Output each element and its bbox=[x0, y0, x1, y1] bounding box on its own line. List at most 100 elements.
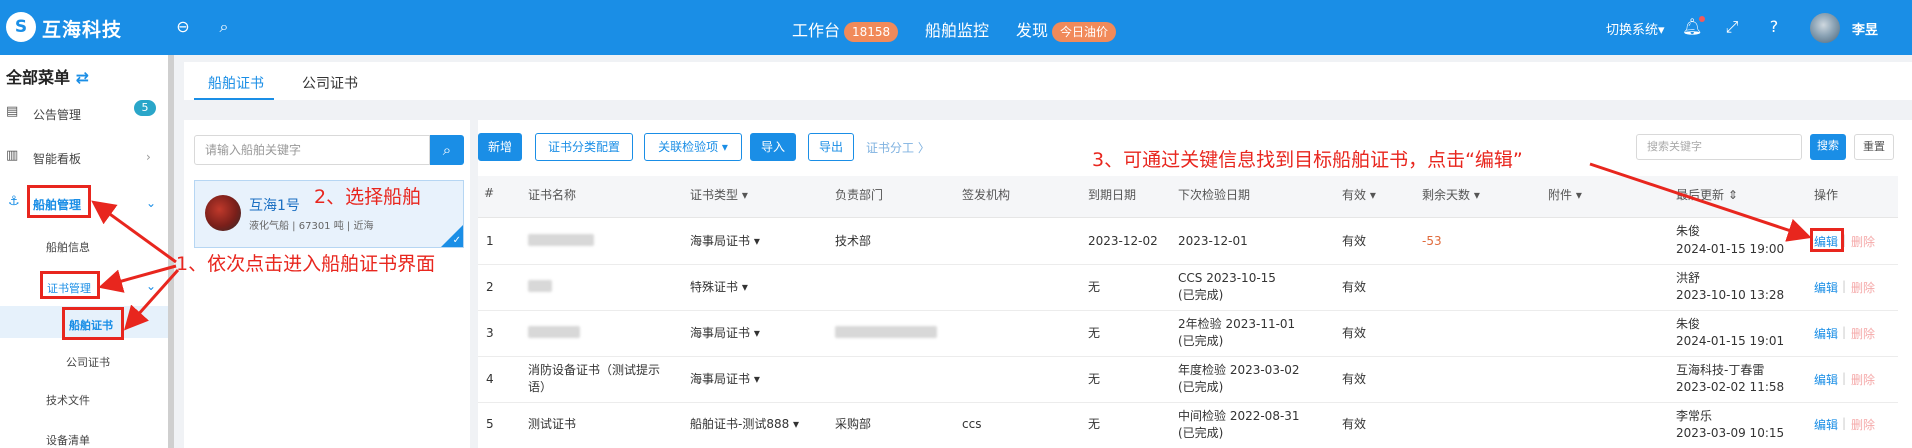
export-button[interactable]: 导出 bbox=[808, 133, 854, 161]
col-next-inspection: 下次检验日期 bbox=[1178, 188, 1251, 202]
row3-next: 2年检验 2023-11-01 bbox=[1178, 317, 1296, 331]
dashboard-chart-icon: ▥ bbox=[6, 148, 19, 163]
col-valid[interactable]: 有效 ▾ bbox=[1342, 186, 1376, 203]
row5-next: 中间检验 2022-08-31 bbox=[1178, 409, 1300, 423]
search-icon[interactable]: ⌕ bbox=[214, 17, 234, 37]
nav-workbench-label: 工作台 bbox=[792, 21, 841, 40]
sidebar-item-notice[interactable]: 公告管理 bbox=[33, 106, 81, 123]
row4-edit-link[interactable]: 编辑 bbox=[1814, 371, 1838, 388]
help-icon[interactable]: ? bbox=[1764, 17, 1784, 37]
row1-delete-link[interactable]: 删除 bbox=[1851, 233, 1875, 250]
annotation-step1: 1、依次点击进入船舶证书界面 bbox=[176, 253, 436, 275]
brand-logo-icon: S bbox=[6, 12, 36, 42]
row1-days: -53 bbox=[1422, 234, 1442, 248]
row4-type[interactable]: 海事局证书 ▾ bbox=[690, 371, 760, 387]
row4-index: 4 bbox=[486, 372, 494, 386]
import-button[interactable]: 导入 bbox=[750, 133, 796, 161]
row4-name-cont: 语） bbox=[528, 380, 553, 394]
collapse-menu-icon[interactable]: ⊖ bbox=[173, 17, 193, 37]
row2-delete-link[interactable]: 删除 bbox=[1851, 279, 1875, 296]
brand-name: 互海科技 bbox=[42, 19, 123, 41]
row2-edit-link[interactable]: 编辑 bbox=[1814, 279, 1838, 296]
col-attachment[interactable]: 附件 ▾ bbox=[1548, 186, 1582, 203]
row5-next-status: (已完成) bbox=[1178, 426, 1224, 440]
ship-details: 液化气船 | 67301 吨 | 近海 bbox=[249, 221, 374, 232]
col-last-update[interactable]: 最后更新 ⇕ bbox=[1676, 186, 1738, 203]
chevron-down-icon: ⌄ bbox=[146, 279, 157, 293]
row4-next-status: (已完成) bbox=[1178, 380, 1224, 394]
row4-name: 消防设备证书（测试提示 bbox=[528, 363, 661, 377]
highlight-edit-link bbox=[1810, 228, 1844, 252]
switch-arrows-icon[interactable]: ⇄ bbox=[76, 68, 89, 87]
avatar[interactable] bbox=[1810, 13, 1840, 43]
row1-type[interactable]: 海事局证书 ▾ bbox=[690, 233, 760, 249]
row-divider bbox=[478, 356, 1898, 357]
row4-updated-at: 2023-02-02 11:58 bbox=[1676, 380, 1785, 394]
add-button[interactable]: 新增 bbox=[478, 133, 522, 161]
oil-price-badge[interactable]: 今日油价 bbox=[1052, 21, 1117, 42]
top-header: S 互海科技 ⊖ ⌕ 工作台 18158 船舶监控 发现 今日油价 切换系统▾ 🔔︎… bbox=[0, 0, 1912, 55]
row2-updated-by: 洪舒 bbox=[1676, 271, 1701, 285]
link-inspection-dropdown[interactable]: 关联检验项 ▾ bbox=[644, 133, 742, 161]
sidebar-item-dashboard[interactable]: 智能看板 bbox=[33, 150, 81, 167]
row1-valid: 有效 bbox=[1342, 234, 1367, 248]
row3-index: 3 bbox=[486, 326, 494, 340]
nav-ship-monitor[interactable]: 船舶监控 bbox=[925, 17, 989, 41]
row1-index: 1 bbox=[486, 234, 494, 248]
row3-dept-redacted bbox=[835, 326, 937, 338]
user-name[interactable]: 李昱 bbox=[1852, 19, 1878, 38]
search-button[interactable]: 搜索 bbox=[1810, 134, 1846, 160]
row5-edit-link[interactable]: 编辑 bbox=[1814, 416, 1838, 433]
ship-search-button[interactable]: ⌕ bbox=[430, 135, 464, 165]
row-divider bbox=[478, 402, 1898, 403]
fullscreen-icon[interactable]: ⤢ bbox=[1722, 17, 1742, 37]
row4-delete-link[interactable]: 删除 bbox=[1851, 371, 1875, 388]
notification-dot bbox=[1699, 16, 1705, 22]
switch-system-dropdown[interactable]: 切换系统▾ bbox=[1606, 19, 1665, 38]
highlight-ship-management bbox=[27, 185, 91, 218]
ship-name: 互海1号 bbox=[249, 198, 300, 214]
ship-search-input[interactable]: 请输入船舶关键字 bbox=[194, 135, 430, 165]
sidebar-item-equipment-list[interactable]: 设备清单 bbox=[46, 432, 90, 448]
keyword-search-input[interactable]: 搜索关键字 bbox=[1636, 134, 1802, 160]
tab-company-cert[interactable]: 公司证书 bbox=[302, 73, 358, 93]
col-issuer: 签发机构 bbox=[962, 188, 1011, 202]
cert-division-link[interactable]: 证书分工 〉 bbox=[866, 139, 930, 156]
sidebar-item-tech-docs[interactable]: 技术文件 bbox=[46, 392, 90, 408]
row1-updated-at: 2024-01-15 19:00 bbox=[1676, 242, 1785, 256]
notice-book-icon: ▤ bbox=[6, 104, 19, 119]
separator: | bbox=[1842, 279, 1847, 293]
row5-type[interactable]: 船舶证书-测试888 ▾ bbox=[690, 416, 799, 432]
nav-discover-label: 发现 bbox=[1016, 21, 1049, 40]
active-tab-underline bbox=[194, 98, 274, 100]
col-cert-type[interactable]: 证书类型 ▾ bbox=[690, 186, 748, 203]
col-index: # bbox=[484, 186, 495, 200]
sidebar-item-company-cert[interactable]: 公司证书 bbox=[66, 354, 110, 370]
ship-thumbnail bbox=[205, 195, 241, 231]
row4-expire: 无 bbox=[1088, 372, 1101, 386]
row3-type[interactable]: 海事局证书 ▾ bbox=[690, 325, 760, 341]
annotation-step2: 2、选择船舶 bbox=[314, 186, 422, 208]
highlight-cert-management bbox=[40, 271, 100, 299]
sidebar-item-ship-info[interactable]: 船舶信息 bbox=[46, 239, 90, 255]
cert-category-config-button[interactable]: 证书分类配置 bbox=[535, 133, 633, 161]
reset-button[interactable]: 重置 bbox=[1854, 134, 1894, 160]
row-divider bbox=[478, 264, 1898, 265]
row3-expire: 无 bbox=[1088, 326, 1101, 340]
row3-delete-link[interactable]: 删除 bbox=[1851, 325, 1875, 342]
nav-workbench[interactable]: 工作台 18158 bbox=[792, 17, 899, 42]
row2-valid: 有效 bbox=[1342, 280, 1367, 294]
row5-updated-at: 2023-03-09 10:15 bbox=[1676, 426, 1785, 440]
row3-edit-link[interactable]: 编辑 bbox=[1814, 325, 1838, 342]
tab-ship-cert[interactable]: 船舶证书 bbox=[208, 73, 264, 93]
row5-delete-link[interactable]: 删除 bbox=[1851, 416, 1875, 433]
row2-type[interactable]: 特殊证书 ▾ bbox=[690, 279, 748, 295]
row4-next: 年度检验 2023-03-02 bbox=[1178, 363, 1300, 377]
row3-updated-by: 朱俊 bbox=[1676, 317, 1701, 331]
row5-name: 测试证书 bbox=[528, 417, 577, 431]
check-icon: ✓ bbox=[452, 235, 461, 246]
col-remaining-days[interactable]: 剩余天数 ▾ bbox=[1422, 186, 1480, 203]
col-cert-name: 证书名称 bbox=[528, 188, 577, 202]
nav-discover[interactable]: 发现 今日油价 bbox=[1016, 17, 1117, 42]
workbench-count-badge: 18158 bbox=[844, 21, 899, 42]
